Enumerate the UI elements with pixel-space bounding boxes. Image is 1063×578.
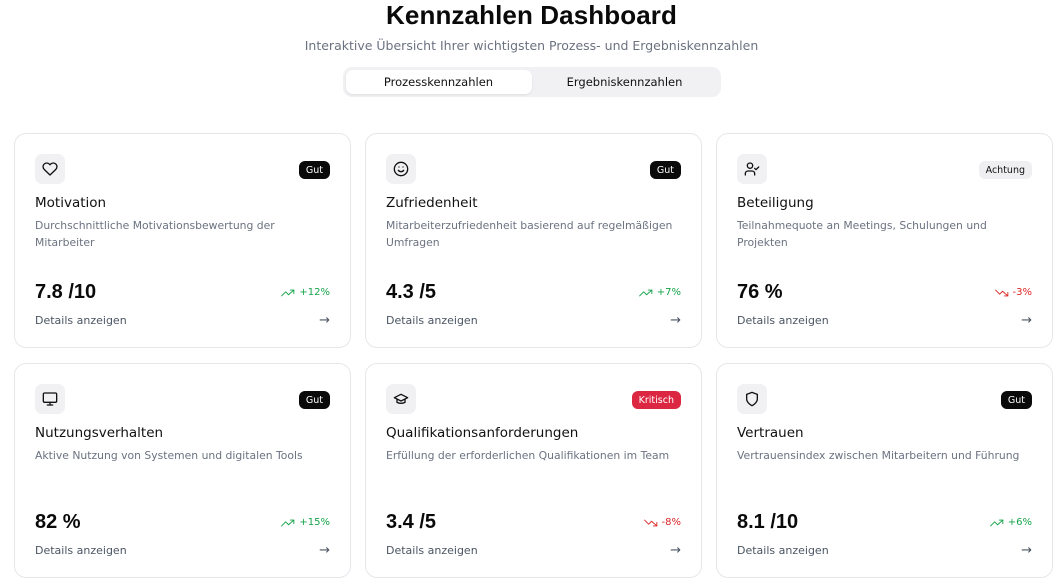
kpi-card-vertrauen[interactable]: Gut Vertrauen Vertrauensindex zwischen M…	[716, 363, 1053, 578]
arrow-right-icon[interactable]: →	[1021, 543, 1032, 558]
card-title: Beteiligung	[737, 195, 814, 211]
card-title: Motivation	[35, 195, 107, 211]
card-description: Teilnahmequote an Meetings, Schulungen u…	[737, 219, 987, 249]
status-badge: Gut	[298, 161, 330, 179]
details-link[interactable]: Details anzeigen	[35, 544, 127, 557]
graduation-cap-icon	[393, 393, 409, 404]
heart-icon	[42, 162, 58, 176]
kpi-card-beteiligung[interactable]: Achtung Beteiligung Teilnahmequote an Me…	[716, 133, 1053, 348]
trend-value: -3%	[1012, 287, 1032, 298]
card-description: Mitarbeiterzufriedenheit basierend auf r…	[386, 219, 673, 249]
card-description: Durchschnittliche Motivationsbewertung d…	[35, 219, 275, 249]
shield-icon	[746, 391, 758, 407]
status-badge: Achtung	[978, 161, 1032, 179]
kpi-card-nutzungsverhalten[interactable]: Gut Nutzungsverhalten Aktive Nutzung von…	[14, 363, 351, 578]
trending-up-icon	[281, 289, 295, 296]
trend-indicator: -3%	[994, 287, 1032, 298]
card-title: Nutzungsverhalten	[35, 425, 164, 441]
page-subtitle: Interaktive Übersicht Ihrer wichtigsten …	[304, 38, 759, 53]
card-title: Zufriedenheit	[386, 195, 478, 211]
value-row: 4.3 /5 +7%	[386, 281, 681, 304]
card-title: Vertrauen	[737, 425, 804, 441]
card-description: Erfüllung der erforderlichen Qualifikati…	[386, 449, 670, 462]
trending-up-icon	[989, 519, 1004, 526]
trend-indicator: +7%	[638, 287, 681, 298]
arrow-right-icon[interactable]: →	[319, 313, 330, 328]
card-description: Vertrauensindex zwischen Mitarbeitern un…	[737, 449, 1020, 462]
kpi-value: 7.8 /10	[35, 281, 97, 303]
kpi-value: 8.1 /10	[737, 511, 799, 533]
kpi-card-zufriedenheit[interactable]: Gut Zufriedenheit Mitarbeiterzufriedenhe…	[365, 133, 702, 348]
tab-switcher: Prozesskennzahlen Ergebniskennzahlen	[342, 67, 721, 97]
details-link[interactable]: Details anzeigen	[737, 314, 829, 327]
trending-down-icon	[643, 519, 657, 526]
trend-indicator: +12%	[281, 287, 330, 298]
status-badge: Kritisch	[631, 391, 681, 409]
kpi-card-qualifikationsanforderungen[interactable]: Kritisch Qualifikationsanforderungen Erf…	[365, 363, 702, 578]
arrow-right-icon[interactable]: →	[670, 313, 681, 328]
details-row: Details anzeigen →	[386, 313, 681, 328]
trend-indicator: +15%	[281, 517, 330, 528]
page-title: Kennzahlen Dashboard	[386, 0, 677, 30]
trend-value: -8%	[661, 517, 681, 528]
card-icon-container	[35, 384, 65, 414]
details-link[interactable]: Details anzeigen	[386, 314, 478, 327]
details-row: Details anzeigen →	[737, 543, 1032, 558]
arrow-right-icon[interactable]: →	[670, 543, 681, 558]
trend-value: +6%	[1007, 517, 1032, 528]
details-row: Details anzeigen →	[737, 313, 1032, 328]
status-badge: Gut	[298, 391, 330, 409]
arrow-right-icon[interactable]: →	[1021, 313, 1032, 328]
trend-value: +12%	[299, 287, 330, 298]
tab-prozesskennzahlen[interactable]: Prozesskennzahlen	[345, 70, 532, 94]
card-icon-container	[386, 154, 416, 184]
card-icon-container	[386, 384, 416, 414]
trending-down-icon	[994, 289, 1008, 296]
trend-indicator: -8%	[643, 517, 681, 528]
kpi-card-motivation[interactable]: Gut Motivation Durchschnittliche Motivat…	[14, 133, 351, 348]
monitor-icon	[42, 392, 58, 406]
smile-icon	[393, 161, 409, 177]
details-row: Details anzeigen →	[35, 543, 330, 558]
details-row: Details anzeigen →	[35, 313, 330, 328]
dashboard-header: Kennzahlen Dashboard Interaktive Übersic…	[0, 0, 1063, 53]
value-row: 8.1 /10 +6%	[737, 511, 1032, 534]
tab-ergebniskennzahlen[interactable]: Ergebniskennzahlen	[532, 70, 718, 94]
details-row: Details anzeigen →	[386, 543, 681, 558]
details-link[interactable]: Details anzeigen	[737, 544, 829, 557]
card-icon-container	[35, 154, 65, 184]
status-badge: Gut	[1000, 391, 1032, 409]
value-row: 3.4 /5 -8%	[386, 511, 681, 534]
status-badge: Gut	[649, 161, 681, 179]
trend-value: +15%	[299, 517, 330, 528]
trend-indicator: +6%	[989, 517, 1032, 528]
details-link[interactable]: Details anzeigen	[386, 544, 478, 557]
value-row: 7.8 /10 +12%	[35, 281, 330, 304]
details-link[interactable]: Details anzeigen	[35, 314, 127, 327]
trending-up-icon	[638, 289, 653, 296]
kpi-value: 76 %	[737, 281, 783, 303]
kpi-value: 4.3 /5	[386, 281, 437, 303]
user-check-icon	[744, 162, 760, 176]
card-description: Aktive Nutzung von Systemen und digitale…	[35, 449, 303, 462]
card-icon-container	[737, 384, 767, 414]
kpi-value: 3.4 /5	[386, 511, 437, 533]
kpi-card-grid: Gut Motivation Durchschnittliche Motivat…	[14, 133, 1053, 578]
value-row: 76 % -3%	[737, 281, 1032, 304]
trending-up-icon	[281, 519, 295, 526]
card-icon-container	[737, 154, 767, 184]
kpi-value: 82 %	[35, 511, 81, 533]
trend-value: +7%	[656, 287, 681, 298]
value-row: 82 % +15%	[35, 511, 330, 534]
card-title: Qualifikationsanforderungen	[386, 425, 579, 441]
arrow-right-icon[interactable]: →	[319, 543, 330, 558]
